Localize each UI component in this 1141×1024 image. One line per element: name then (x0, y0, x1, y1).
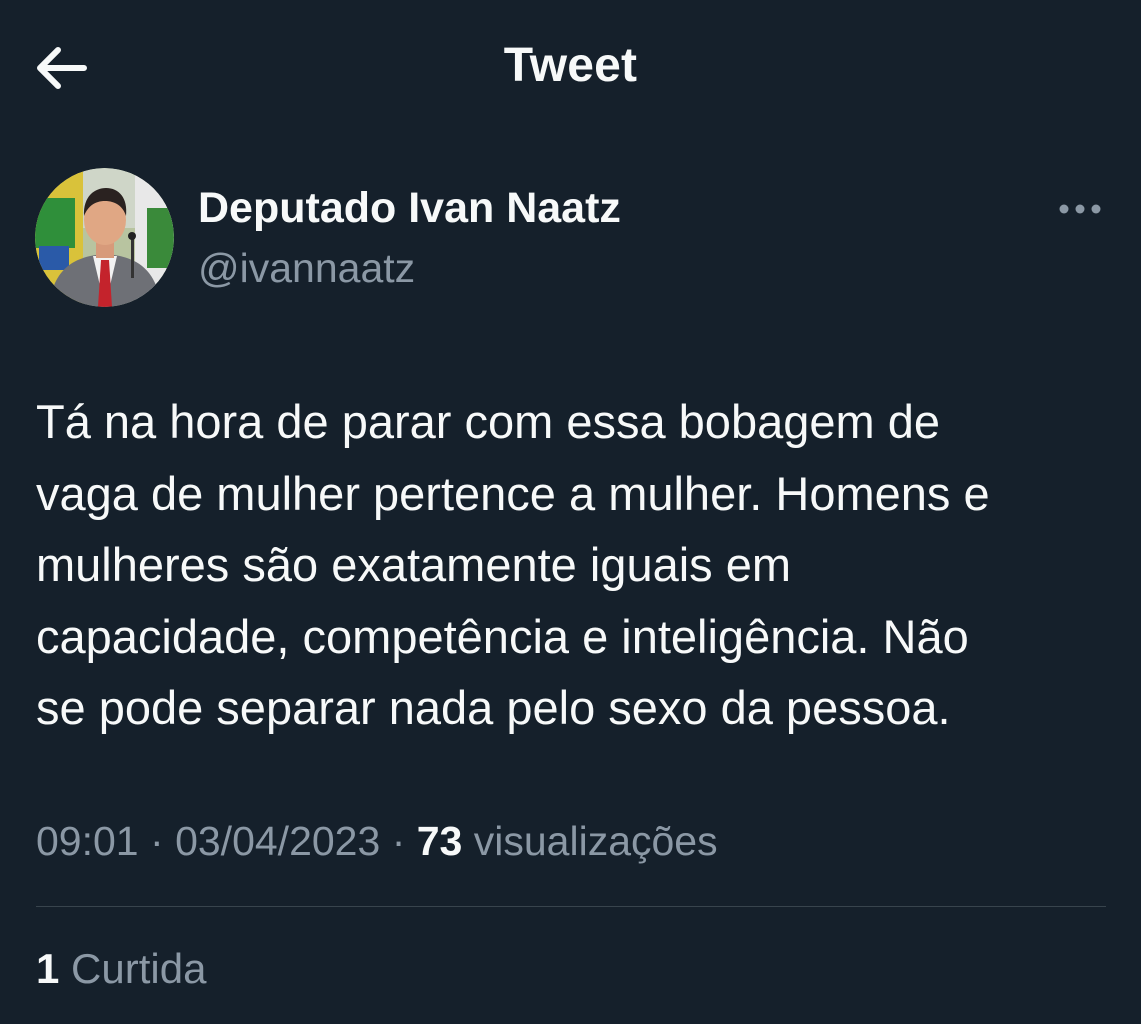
tweet-text: Tá na hora de parar com essa bobagem de … (36, 395, 990, 734)
tweet-date[interactable]: 03/04/2023 (175, 818, 380, 864)
tweet-meta: 09:01 · 03/04/2023 · 73 visualizações (36, 818, 718, 865)
likes-link[interactable]: 1 Curtida (36, 945, 206, 993)
likes-label: Curtida (71, 945, 207, 992)
divider (36, 906, 1106, 907)
views-count: 73 (416, 818, 463, 864)
profile-photo (35, 168, 174, 307)
avatar[interactable] (35, 168, 174, 307)
views-label: visualizações (473, 818, 718, 864)
author-display-name[interactable]: Deputado Ivan Naatz (198, 184, 621, 233)
more-options-button[interactable] (1052, 186, 1108, 232)
meta-separator: · (391, 818, 406, 864)
page-title: Tweet (503, 39, 638, 92)
tweet-time[interactable]: 09:01 (36, 818, 139, 864)
meta-separator: · (150, 818, 164, 864)
likes-count: 1 (36, 945, 60, 992)
more-horizontal-icon (1059, 204, 1101, 214)
top-bar: Tweet (0, 0, 1141, 140)
author-handle[interactable]: @ivannaatz (198, 245, 415, 292)
